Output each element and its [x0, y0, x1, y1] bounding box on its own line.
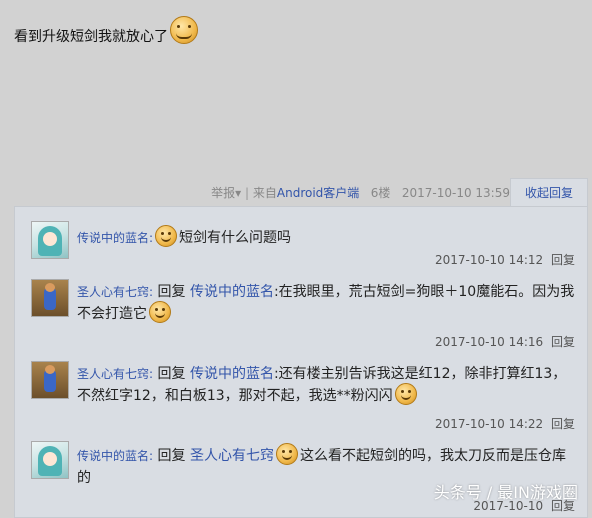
smile-face-icon [275, 443, 298, 465]
meta-separator: | [245, 186, 250, 200]
reply-time: 2017-10-10 14:16 [435, 335, 544, 349]
username-link[interactable]: 圣人心有七窍: [77, 285, 153, 299]
reply-text-line1: 这么看不起短剑的吗，我太刀反而是压仓库 [299, 448, 566, 464]
post-meta: 举报▾ | 来自Android客户端 6楼 2017-10-10 13:59 [0, 184, 510, 201]
smile-face-icon [155, 225, 178, 247]
smile-face-icon [394, 383, 417, 405]
username-link[interactable]: 传说中的蓝名: [77, 231, 153, 245]
username-link[interactable]: 传说中的蓝名: [77, 449, 153, 463]
reply-prefix: 回复 [157, 284, 186, 300]
report-link[interactable]: 举报 [211, 186, 235, 200]
reply-time: 2017-10-10 14:22 [435, 417, 544, 431]
reply-prefix: 回复 [157, 366, 186, 382]
watermark: 头条号 / 最IN游戏圈 [433, 483, 578, 502]
avatar[interactable] [31, 279, 69, 317]
reply-text-line2: 不会打造它 [77, 306, 147, 322]
avatar[interactable] [31, 221, 69, 259]
reply-text-line2: 的 [77, 470, 91, 486]
reply-list: 传说中的蓝名: 短剑有什么问题吗 2017-10-10 14:12 回复 圣人心有… [14, 206, 588, 518]
client-link[interactable]: Android客户端 [277, 186, 359, 200]
mention-link[interactable]: 传说中的蓝名 [190, 366, 274, 382]
reply-button[interactable]: 回复 [551, 417, 575, 431]
reply-button[interactable]: 回复 [551, 335, 575, 349]
reply-meta: 2017-10-10 14:12 回复 [435, 251, 575, 268]
report-caret-icon[interactable]: ▾ [235, 186, 241, 200]
post-time: 2017-10-10 13:59 [401, 186, 510, 200]
reply-text-line2: 不然红字12，和白板13，那对不起，我选**粉闪闪 [77, 388, 393, 404]
reply-meta: 2017-10-10 14:22 回复 [435, 415, 575, 432]
reply-text: 短剑有什么问题吗 [179, 230, 292, 246]
reply-prefix: 回复 [157, 448, 186, 464]
reply-content: 传说中的蓝名: 短剑有什么问题吗 [77, 225, 577, 249]
username-link[interactable]: 圣人心有七窍: [77, 367, 153, 381]
post-text: 看到升级短剑我就放心了 [14, 16, 198, 50]
collapse-replies-button[interactable]: 收起回复 [510, 178, 588, 207]
reply-text-line1: :在我眼里，荒古短剑=狗眼＋10魔能石。因为我 [273, 284, 575, 300]
reply-content: 圣人心有七窍: 回复 传说中的蓝名:在我眼里，荒古短剑=狗眼＋10魔能石。因为我… [77, 281, 577, 325]
smile-face-icon [149, 301, 171, 323]
avatar[interactable] [31, 361, 69, 399]
floor-number: 6楼 [370, 186, 391, 200]
reply-text-line1: :还有楼主别告诉我这是红12，除非打算红13， [273, 366, 567, 382]
reply-time: 2017-10-10 14:12 [435, 253, 544, 267]
mention-link[interactable]: 圣人心有七窍 [190, 448, 274, 464]
post-body: 看到升级短剑我就放心了 [14, 29, 168, 45]
from-label: 来自 [252, 186, 277, 200]
reply-content: 圣人心有七窍: 回复 传说中的蓝名:还有楼主别告诉我这是红12，除非打算红13，… [77, 363, 577, 407]
avatar[interactable] [31, 441, 69, 479]
laughing-face-icon [170, 16, 198, 44]
mention-link[interactable]: 传说中的蓝名 [190, 284, 274, 300]
reply-button[interactable]: 回复 [551, 253, 575, 267]
reply-meta: 2017-10-10 14:16 回复 [435, 333, 575, 350]
